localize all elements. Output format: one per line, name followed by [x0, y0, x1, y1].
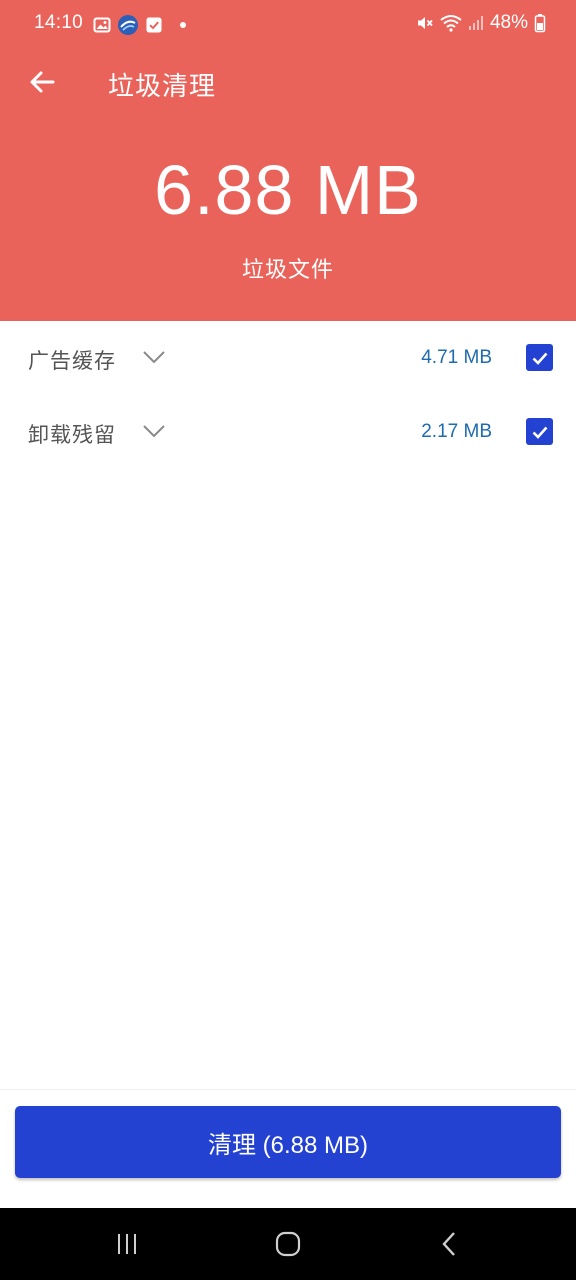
system-icons: 48%: [416, 12, 546, 34]
signal-icon: [468, 15, 484, 31]
category-checkbox[interactable]: [526, 418, 553, 445]
status-time: 14:10: [34, 12, 84, 33]
arrow-left-icon: [30, 71, 55, 93]
recent-apps-icon: [118, 1234, 136, 1254]
junk-category-uninstall-residue[interactable]: 卸载残留 2.17 MB: [0, 395, 576, 469]
recent-apps-button[interactable]: [107, 1224, 147, 1264]
category-size: 4.71 MB: [421, 347, 492, 368]
check-icon: [532, 352, 547, 365]
dot-icon: [179, 21, 187, 29]
back-chevron-icon: [442, 1232, 455, 1256]
junk-category-list: 广告缓存 4.71 MB 卸载残留 2.17 MB: [0, 321, 576, 469]
check-icon: [532, 426, 547, 439]
page-title: 垃圾清理: [108, 71, 217, 101]
category-label: 广告缓存: [28, 350, 116, 373]
chevron-down-icon[interactable]: [142, 421, 166, 441]
junk-category-ad-cache[interactable]: 广告缓存 4.71 MB: [0, 321, 576, 395]
status-bar: 14:10 48%: [0, 0, 576, 48]
category-label: 卸载残留: [28, 424, 116, 447]
chevron-down-icon[interactable]: [142, 347, 166, 367]
home-button[interactable]: [268, 1224, 308, 1264]
checkbox-notification-icon: [145, 16, 163, 34]
mute-icon: [416, 14, 434, 32]
home-icon: [275, 1231, 301, 1257]
system-navigation-bar: [0, 1208, 576, 1280]
wifi-icon: [440, 14, 462, 32]
junk-clean-screen: 14:10 48% 垃圾清理 6.88 MB 垃圾文件 广告缓存 4.71 MB…: [0, 0, 576, 1280]
back-nav-button[interactable]: [430, 1224, 470, 1264]
junk-caption: 垃圾文件: [241, 257, 334, 282]
category-checkbox[interactable]: [526, 344, 553, 371]
app-bar: 垃圾清理: [0, 56, 576, 108]
clean-button[interactable]: 清理 (6.88 MB): [15, 1106, 561, 1178]
bottom-divider: [0, 1089, 576, 1090]
battery-percentage: 48%: [489, 12, 528, 33]
gallery-icon: [93, 16, 111, 34]
battery-icon: [534, 13, 546, 33]
notification-icons: [93, 14, 187, 36]
total-junk-size: 6.88 MB: [154, 151, 422, 229]
back-button[interactable]: [22, 62, 62, 102]
category-size: 2.17 MB: [421, 421, 492, 442]
app-badge-icon: [117, 14, 139, 36]
header: 14:10 48% 垃圾清理 6.88 MB 垃圾文件: [0, 0, 576, 321]
